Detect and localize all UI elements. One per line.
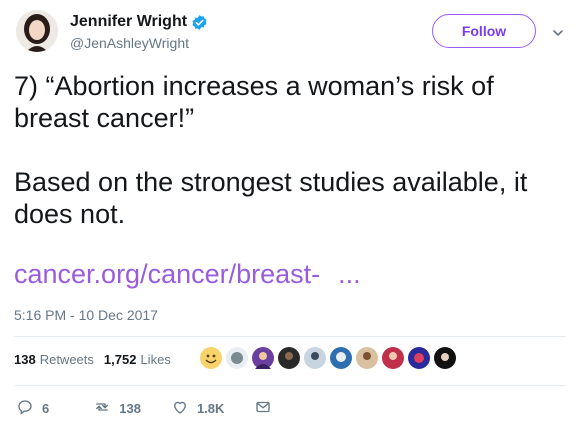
liker-avatar[interactable]	[200, 347, 222, 369]
liker-avatar[interactable]	[434, 347, 456, 369]
link-ellipsis[interactable]: ...	[338, 259, 361, 289]
retweets-count: 138	[14, 352, 36, 367]
retweet-button[interactable]: 138	[93, 398, 141, 419]
divider	[14, 336, 566, 337]
retweets-label: Retweets	[39, 352, 94, 367]
liker-avatar[interactable]	[252, 347, 274, 369]
reply-count: 6	[42, 401, 50, 416]
tweet-link[interactable]: cancer.org/cancer/breast-...	[14, 258, 361, 290]
retweets-stat[interactable]: 138 Retweets	[14, 352, 94, 367]
like-count: 1.8K	[196, 401, 225, 416]
liker-avatar[interactable]	[408, 347, 430, 369]
liker-avatar[interactable]	[382, 347, 404, 369]
follow-button[interactable]: Follow	[432, 14, 536, 48]
direct-message-button[interactable]	[254, 398, 272, 419]
tweet-text: 7) “Abortion increases a woman’s risk of…	[14, 70, 554, 230]
action-bar: 6 138 1.8K	[16, 398, 272, 419]
liker-avatar[interactable]	[226, 347, 248, 369]
avatar[interactable]	[16, 10, 58, 52]
retweet-icon	[93, 398, 111, 419]
likes-stat[interactable]: 1,752 Likes	[104, 352, 171, 367]
name-row: Jennifer Wright	[70, 13, 208, 31]
tweet-paragraph: Based on the strongest studies available…	[14, 167, 528, 229]
tweet-timestamp[interactable]: 5:16 PM - 10 Dec 2017	[14, 307, 158, 323]
verified-badge-icon	[191, 14, 208, 31]
link-text[interactable]: cancer.org/cancer/breast-	[14, 259, 320, 289]
divider	[14, 385, 566, 386]
chevron-down-icon[interactable]	[552, 26, 564, 38]
liker-avatar[interactable]	[278, 347, 300, 369]
liker-avatar[interactable]	[330, 347, 352, 369]
reply-icon	[16, 398, 34, 419]
tweet-paragraph: 7) “Abortion increases a woman’s risk of…	[14, 71, 494, 133]
mail-icon	[254, 398, 272, 419]
reply-button[interactable]: 6	[16, 398, 49, 419]
liker-avatar[interactable]	[356, 347, 378, 369]
engagement-stats: 138 Retweets 1,752 Likes	[14, 352, 171, 367]
like-button[interactable]: 1.8K	[171, 398, 224, 419]
liker-avatars	[200, 347, 456, 369]
liker-avatar[interactable]	[304, 347, 326, 369]
likes-label: Likes	[140, 352, 171, 367]
heart-icon	[171, 398, 189, 419]
retweet-count: 138	[119, 401, 141, 416]
display-name[interactable]: Jennifer Wright	[70, 13, 187, 31]
user-handle[interactable]: @JenAshleyWright	[70, 35, 189, 51]
likes-count: 1,752	[103, 352, 137, 367]
